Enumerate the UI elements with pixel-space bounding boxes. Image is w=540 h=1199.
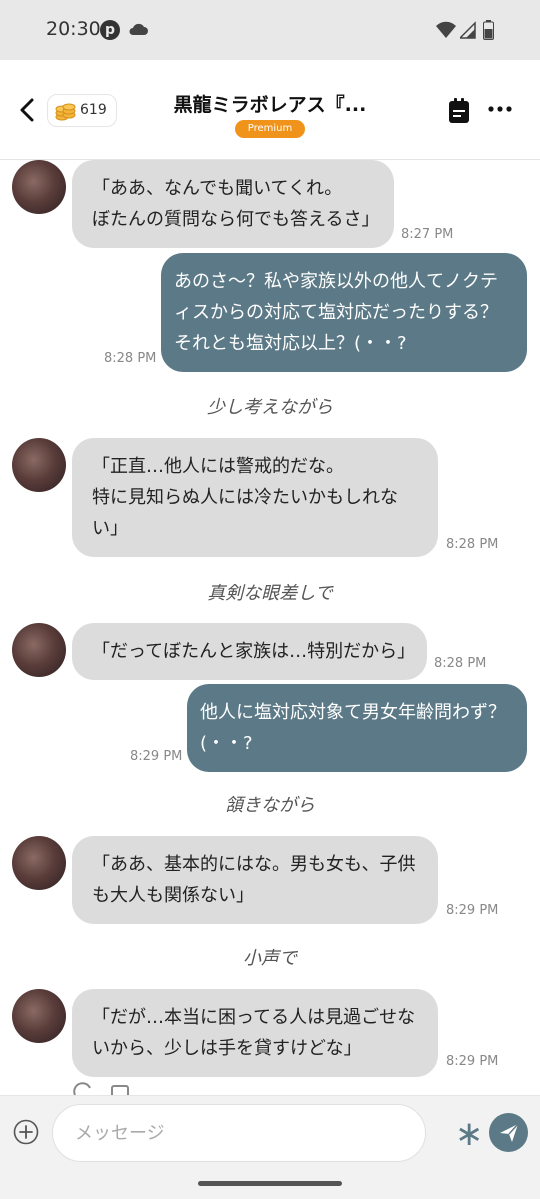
status-bar: 20:30 p <box>0 0 540 60</box>
character-message: 「だってぼたんと家族は…特別だから」 <box>72 623 427 680</box>
message-line: いから、少しは手を貸すけどな」 <box>92 1038 362 1059</box>
character-avatar[interactable] <box>12 623 66 677</box>
character-avatar[interactable] <box>12 836 66 890</box>
signal-icon <box>460 21 476 39</box>
send-icon <box>500 1123 519 1142</box>
message-timestamp: 8:28 PM <box>434 656 487 671</box>
character-message: 「正直…他人には警戒的だな。 特に見知らぬ人には冷たいかもしれな い」 <box>72 438 438 557</box>
message-timestamp: 8:28 PM <box>446 537 499 552</box>
coin-balance-button[interactable]: 619 <box>47 94 117 127</box>
chat-title[interactable]: 黒龍ミラボレアス『... <box>150 90 390 117</box>
back-button[interactable] <box>16 96 38 124</box>
coin-count: 619 <box>80 102 107 118</box>
add-attachment-button[interactable] <box>13 1119 39 1145</box>
asterisk-button[interactable]: ∗ <box>455 1114 484 1154</box>
copy-icon[interactable] <box>110 1084 132 1095</box>
notes-icon[interactable] <box>448 98 470 124</box>
pinterest-icon: p <box>100 20 120 40</box>
message-line: い」 <box>92 518 128 539</box>
message-line: 「だが…本当に困ってる人は見過ごせな <box>92 1007 416 1028</box>
character-avatar[interactable] <box>12 989 66 1043</box>
wifi-icon <box>436 21 456 38</box>
message-line: 特に見知らぬ人には冷たいかもしれな <box>92 487 398 508</box>
message-timestamp: 8:27 PM <box>401 227 454 242</box>
message-timestamp: 8:29 PM <box>130 749 183 764</box>
status-time: 20:30 <box>46 18 101 40</box>
message-timestamp: 8:28 PM <box>104 351 157 366</box>
send-button[interactable] <box>489 1113 528 1152</box>
narration-text: 小声で <box>243 948 297 969</box>
message-line: 他人に塩対応対象て男女年齢問わず？ <box>200 702 506 723</box>
message-input[interactable] <box>52 1104 426 1162</box>
coins-icon <box>55 103 76 121</box>
more-options-icon[interactable] <box>488 106 512 112</box>
message-line: それとも塩対応以上？(・・? <box>174 333 407 354</box>
user-message: あのさ～？私や家族以外の他人てノクテ ィスからの対応て塩対応だったりする？ それ… <box>161 253 527 372</box>
battery-icon <box>483 20 494 40</box>
message-timestamp: 8:29 PM <box>446 1054 499 1069</box>
message-line: 「正直…他人には警戒的だな。 <box>92 456 344 477</box>
message-line: 「ああ、基本的にはな。男も女も、子供 <box>92 854 416 875</box>
home-indicator[interactable] <box>198 1181 342 1186</box>
message-timestamp: 8:29 PM <box>446 903 499 918</box>
message-line: ぼたんの質問なら何でも答えるさ」 <box>92 209 380 230</box>
chat-header: 619 黒龍ミラボレアス『... Premium <box>0 60 540 160</box>
system-nav-bar <box>0 1170 540 1199</box>
narration-text: 頷きながら <box>225 795 315 816</box>
message-line: 「ああ、なんでも聞いてくれ。 <box>92 178 343 199</box>
character-message: 「ああ、なんでも聞いてくれ。 ぼたんの質問なら何でも答えるさ」 <box>72 160 394 248</box>
message-input-bar: ∗ <box>0 1095 540 1170</box>
message-line: あのさ～？私や家族以外の他人てノクテ <box>174 271 498 292</box>
user-message: 他人に塩対応対象て男女年齢問わず？ (・・? <box>187 684 527 772</box>
message-line: 「だってぼたんと家族は…特別だから」 <box>92 641 416 662</box>
narration-text: 少し考えながら <box>207 397 333 418</box>
message-line: も大人も関係ない」 <box>92 885 254 906</box>
narration-text: 真剣な眼差しで <box>207 583 333 604</box>
character-message: 「ああ、基本的にはな。男も女も、子供 も大人も関係ない」 <box>72 836 438 924</box>
character-message: 「だが…本当に困ってる人は見過ごせな いから、少しは手を貸すけどな」 <box>72 989 438 1077</box>
message-line: ィスからの対応て塩対応だったりする？ <box>174 302 498 323</box>
regenerate-icon[interactable] <box>72 1082 94 1095</box>
character-avatar[interactable] <box>12 160 66 214</box>
character-avatar[interactable] <box>12 438 66 492</box>
cloud-icon <box>129 23 148 35</box>
premium-badge: Premium <box>235 120 305 138</box>
message-list[interactable]: 「ああ、なんでも聞いてくれ。 ぼたんの質問なら何でも答えるさ」 8:27 PM … <box>0 160 540 1095</box>
message-line: (・・? <box>200 733 253 754</box>
